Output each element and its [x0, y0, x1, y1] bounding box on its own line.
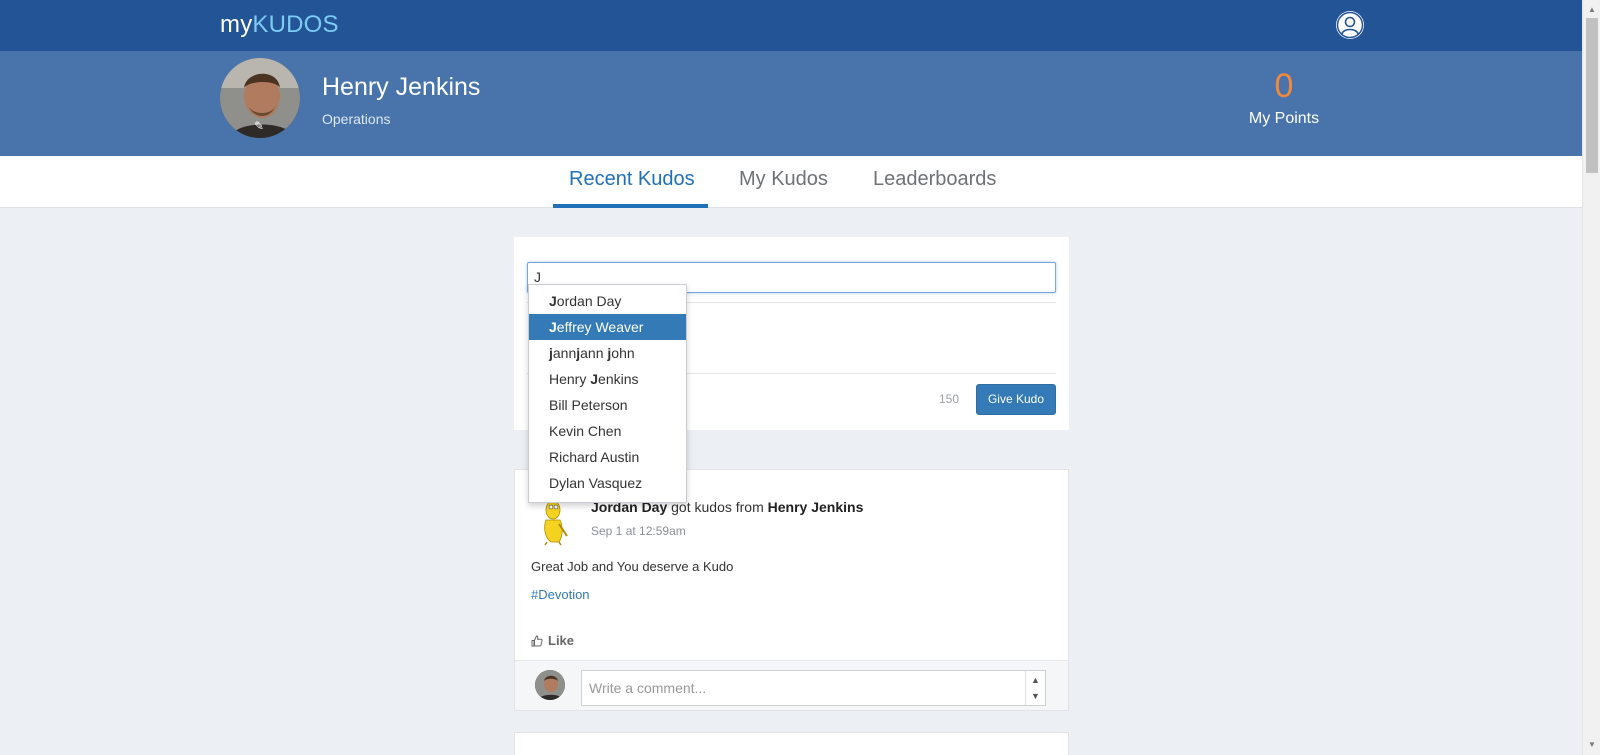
commenter-avatar: [535, 670, 565, 700]
thumbs-up-icon: [531, 635, 543, 647]
match-highlight: J: [590, 371, 599, 387]
comment-placeholder: Write a comment...: [589, 680, 707, 696]
kudo-message: Great Job and You deserve a Kudo: [531, 559, 734, 574]
autocomplete-option[interactable]: Bill Peterson: [529, 392, 686, 418]
option-text: ohn: [611, 345, 635, 361]
giver-name[interactable]: Henry Jenkins: [768, 499, 864, 515]
top-navbar: myKUDOS: [0, 0, 1582, 51]
page-scrollbar[interactable]: ▲ ▼: [1582, 0, 1600, 755]
autocomplete-option[interactable]: Henry Jenkins: [529, 366, 686, 392]
recipient-avatar[interactable]: [531, 498, 575, 546]
option-text: Kevin Chen: [549, 423, 622, 439]
give-kudo-button[interactable]: Give Kudo: [976, 384, 1056, 415]
option-text: ann: [552, 345, 577, 361]
kudo-timestamp: Sep 1 at 12:59am: [591, 524, 686, 538]
like-label: Like: [548, 633, 575, 648]
scroll-down-icon[interactable]: ▼: [1031, 691, 1040, 701]
scroll-up-icon[interactable]: ▲: [1031, 675, 1040, 685]
tab-my-kudos[interactable]: My Kudos: [739, 168, 828, 191]
kudo-feed-item: Jordan Day got kudos from Henry Jenkins …: [514, 469, 1069, 711]
scroll-down-arrow-icon[interactable]: ▼: [1588, 740, 1596, 749]
scroll-up-arrow-icon[interactable]: ▲: [1588, 5, 1596, 14]
option-text: enkins: [598, 371, 639, 387]
comment-scroll-control[interactable]: ▲ ▼: [1025, 671, 1045, 705]
tab-bar: Recent Kudos My Kudos Leaderboards: [0, 156, 1582, 208]
match-highlight: J: [549, 293, 557, 309]
tab-leaderboards[interactable]: Leaderboards: [873, 168, 996, 191]
profile-header: ✎ Henry Jenkins Operations 0 My Points: [0, 51, 1582, 156]
autocomplete-option[interactable]: Richard Austin: [529, 444, 686, 470]
brand-logo[interactable]: myKUDOS: [220, 11, 339, 39]
autocomplete-option[interactable]: Jordan Day: [529, 288, 686, 314]
autocomplete-option[interactable]: Dylan Vasquez: [529, 470, 686, 496]
option-text: Henry: [549, 371, 591, 387]
recipient-autocomplete-list: Jordan Day Jeffrey Weaver jannjann john Hen…: [528, 284, 687, 503]
autocomplete-option[interactable]: jannjann john: [529, 340, 686, 366]
points-value: 0: [1274, 67, 1294, 105]
autocomplete-option[interactable]: Kevin Chen: [529, 418, 686, 444]
like-button[interactable]: Like: [531, 633, 574, 648]
profile-department: Operations: [322, 111, 391, 127]
autocomplete-option[interactable]: Jeffrey Weaver: [529, 314, 686, 340]
option-text: Bill Peterson: [549, 397, 628, 413]
comment-section: Write a comment... ▲ ▼: [515, 660, 1068, 710]
option-text: Dylan Vasquez: [549, 475, 643, 491]
kudo-feed-item: [514, 732, 1069, 755]
pencil-icon[interactable]: ✎: [252, 119, 266, 133]
active-tab-indicator: [553, 204, 708, 208]
comment-input[interactable]: Write a comment... ▲ ▼: [581, 670, 1046, 706]
character-count: 150: [939, 392, 960, 406]
kudo-hashtag[interactable]: #Devotion: [531, 587, 590, 602]
match-highlight: J: [549, 319, 557, 335]
user-circle-icon[interactable]: [1336, 11, 1364, 39]
option-text: effrey Weaver: [556, 319, 644, 335]
scrollbar-thumb[interactable]: [1586, 18, 1598, 173]
tab-recent-kudos[interactable]: Recent Kudos: [569, 168, 695, 191]
points-label: My Points: [1248, 110, 1320, 127]
option-text: ann: [580, 345, 608, 361]
option-text: Richard Austin: [549, 449, 640, 465]
option-text: ordan Day: [556, 293, 622, 309]
profile-name: Henry Jenkins: [322, 73, 481, 101]
